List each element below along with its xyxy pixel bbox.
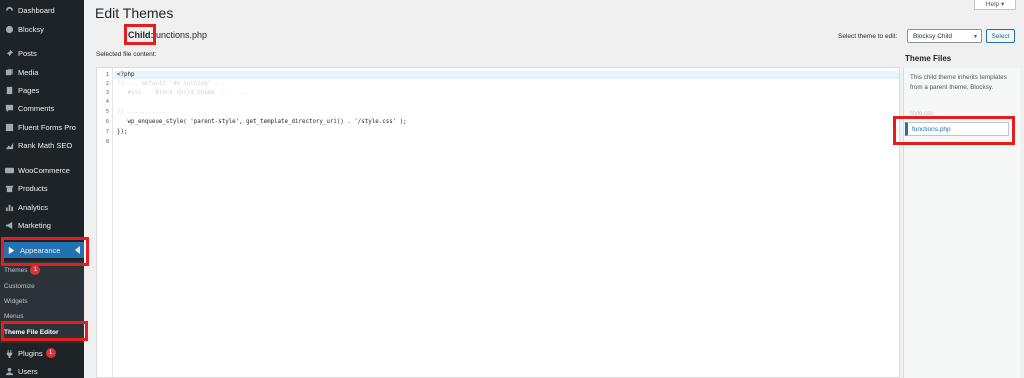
sidebar-item-woocommerce[interactable]: WooCommerce <box>0 162 84 178</box>
comment-icon <box>4 103 14 113</box>
archive-icon <box>4 183 14 193</box>
line-number: 5 <box>105 109 109 115</box>
code-line[interactable]: }); <box>117 129 127 135</box>
sidebar-item-label: Plugins <box>18 348 43 358</box>
user-icon <box>4 366 14 376</box>
help-button[interactable]: Help ▾ <box>974 0 1016 10</box>
theme-select[interactable]: Blocksy Child ▾ <box>907 29 982 43</box>
code-line[interactable]: // ... default 'do nothing' ... <box>117 81 225 87</box>
sidebar-item-posts[interactable]: Posts <box>0 45 84 61</box>
sidebar-item-products[interactable]: Products <box>0 180 84 196</box>
code-line[interactable]: wp_enqueue_style( 'parent-style', get_te… <box>117 119 406 125</box>
select-button[interactable]: Select <box>986 29 1015 43</box>
pin-icon <box>4 48 14 58</box>
sidebar-item-label: Media <box>18 67 39 77</box>
sidebar-item-users[interactable]: Users <box>0 363 84 378</box>
line-number: 8 <box>105 139 109 145</box>
sidebar-item-comments[interactable]: Comments <box>0 100 84 116</box>
sidebar-item-media[interactable]: Media <box>0 64 84 80</box>
theme-select-label: Select theme to edit: <box>838 33 898 40</box>
sidebar-item-label: Analytics <box>18 202 49 212</box>
blocksy-icon <box>4 24 14 34</box>
chevron-down-icon: ▾ <box>973 34 977 40</box>
line-number: 6 <box>105 119 109 125</box>
selected-file-label: Selected file content: <box>96 51 157 58</box>
inherit-note: This child theme inherits templates from… <box>910 74 1007 91</box>
sidebar-item-label: Dashboard <box>18 5 55 15</box>
theme-select-value: Blocksy Child <box>913 32 953 40</box>
submenu-label: Menus <box>4 312 24 320</box>
highlight-theme-file-editor <box>1 321 88 341</box>
line-number: 1 <box>105 72 109 78</box>
submenu-label: Widgets <box>4 297 28 305</box>
woo-icon <box>4 165 14 175</box>
sidebar-item-pages[interactable]: Pages <box>0 82 84 98</box>
submenu-label: Themes <box>4 266 28 274</box>
chart-icon <box>4 140 14 150</box>
highlight-child-label <box>124 24 156 45</box>
sidebar-item-plugins[interactable]: Plugins 1 <box>0 345 84 361</box>
sidebar-item-label: Pages <box>18 85 40 95</box>
dashboard-icon <box>4 5 14 15</box>
sidebar-item-analytics[interactable]: Analytics <box>0 199 84 215</box>
line-number-gutter: 1 2 3 4 5 6 7 8 <box>97 68 113 377</box>
sidebar-item-label: WooCommerce <box>18 165 70 175</box>
sidebar-item-blocksy[interactable]: Blocksy <box>0 21 84 37</box>
code-line[interactable]: #ssc 'Block child theme ... ... <box>117 90 249 96</box>
sidebar-item-label: Users <box>18 366 38 376</box>
megaphone-icon <box>4 220 14 230</box>
active-line-highlight <box>114 71 899 79</box>
sidebar-item-label: Fluent Forms Pro <box>18 122 76 132</box>
sidebar-item-label: Blocksy <box>18 24 44 34</box>
line-number: 2 <box>105 81 109 87</box>
page-title: Edit Themes <box>95 5 174 21</box>
file-name: functions.php <box>153 30 208 40</box>
media-icon <box>4 67 14 77</box>
update-badge: 1 <box>45 348 56 358</box>
line-number: 7 <box>105 129 109 135</box>
sidebar-item-fluent-forms[interactable]: Fluent Forms Pro <box>0 119 84 135</box>
page-icon <box>4 85 14 95</box>
bar-chart-icon <box>4 202 14 212</box>
sidebar-item-dashboard[interactable]: Dashboard <box>0 2 84 18</box>
highlight-functions-php <box>893 116 1015 145</box>
sidebar-item-label: Posts <box>18 48 37 58</box>
form-icon <box>4 122 14 132</box>
submenu-label: Customize <box>4 282 35 290</box>
plug-icon <box>4 348 14 358</box>
code-editor[interactable]: 1 2 3 4 5 6 7 8 <?php // ... default 'do… <box>96 67 900 378</box>
highlight-appearance <box>1 237 89 266</box>
code-line[interactable]: // ........... <box>117 109 166 115</box>
update-badge: 1 <box>30 265 41 275</box>
theme-files-title: Theme Files <box>905 54 952 63</box>
sidebar-item-label: Rank Math SEO <box>18 140 73 150</box>
code-line[interactable]: <?php <box>117 72 134 78</box>
line-number: 4 <box>105 99 109 105</box>
submenu-widgets[interactable]: Widgets <box>0 294 84 308</box>
sidebar-item-label: Comments <box>18 103 55 113</box>
submenu-customize[interactable]: Customize <box>0 279 84 293</box>
sidebar-item-label: Products <box>18 183 48 193</box>
sidebar-item-marketing[interactable]: Marketing <box>0 217 84 233</box>
sidebar-item-rank-math[interactable]: Rank Math SEO <box>0 137 84 153</box>
sidebar-item-label: Marketing <box>18 220 51 230</box>
line-number: 3 <box>105 90 109 96</box>
